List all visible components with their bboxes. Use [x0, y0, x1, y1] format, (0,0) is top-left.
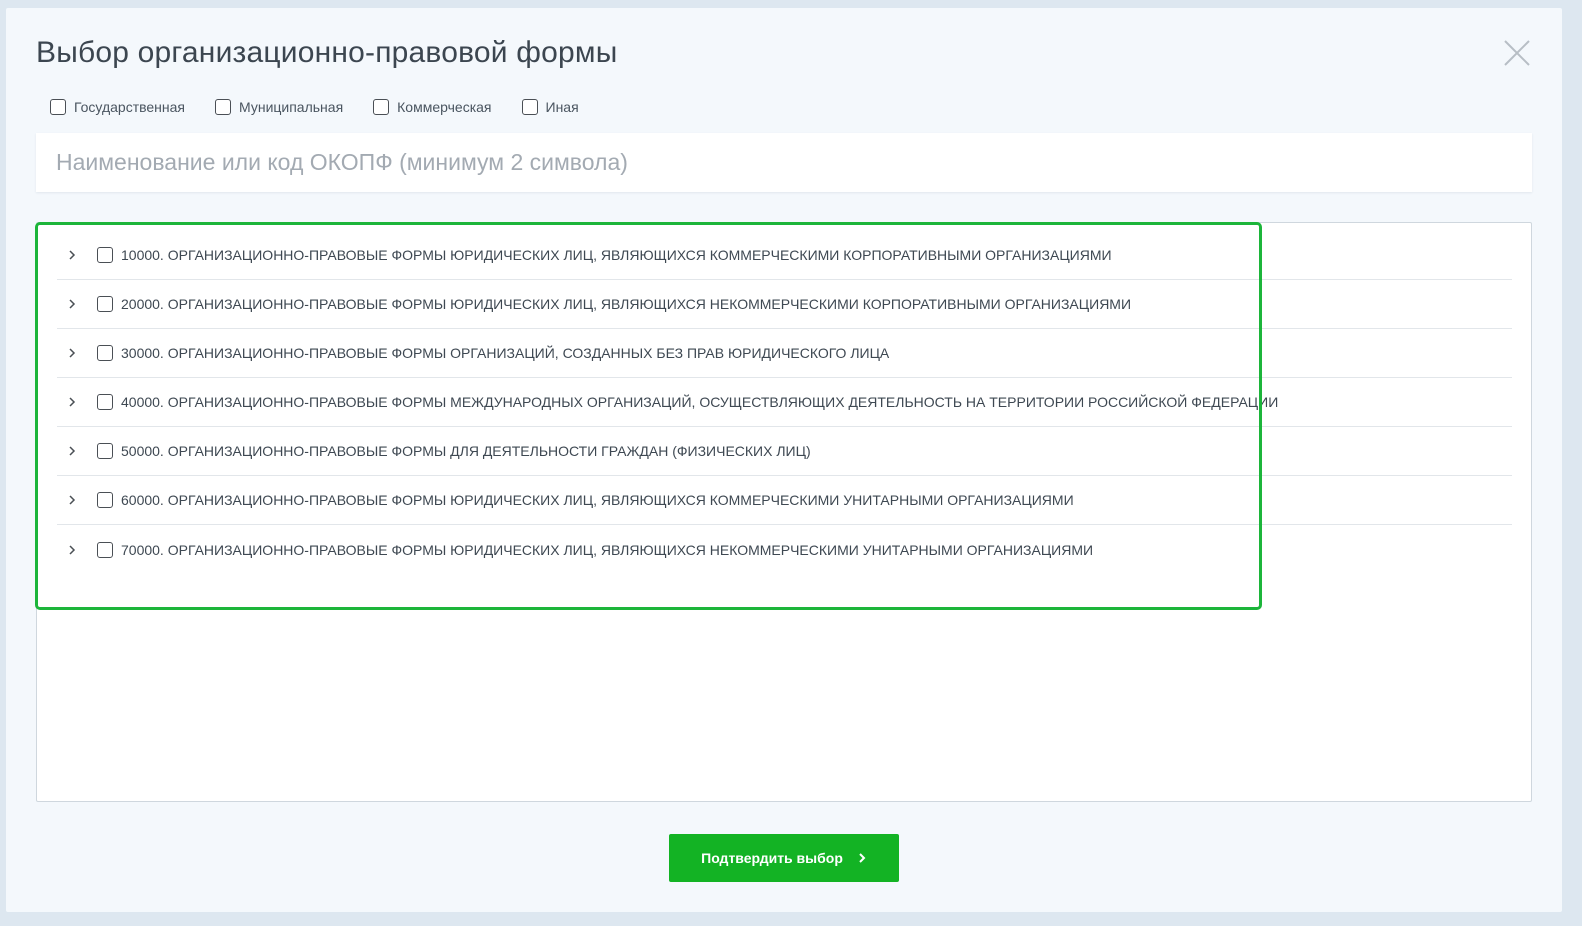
chevron-right-icon[interactable] [57, 436, 87, 466]
filter-label: Коммерческая [397, 99, 492, 115]
tree-list: 10000. ОРГАНИЗАЦИОННО-ПРАВОВЫЕ ФОРМЫ ЮРИ… [57, 231, 1512, 574]
tree-item-checkbox[interactable] [97, 443, 113, 459]
tree-item-checkbox[interactable] [97, 541, 113, 558]
chevron-right-icon[interactable] [57, 338, 87, 368]
tree-item-label[interactable]: 50000. ОРГАНИЗАЦИОННО-ПРАВОВЫЕ ФОРМЫ ДЛЯ… [121, 443, 811, 459]
tree-item: 10000. ОРГАНИЗАЦИОННО-ПРАВОВЫЕ ФОРМЫ ЮРИ… [57, 231, 1512, 280]
tree-item-checkbox[interactable] [97, 394, 113, 410]
tree-item: 50000. ОРГАНИЗАЦИОННО-ПРАВОВЫЕ ФОРМЫ ДЛЯ… [57, 427, 1512, 476]
filter-checkbox[interactable] [521, 99, 538, 115]
tree-item-label[interactable]: 40000. ОРГАНИЗАЦИОННО-ПРАВОВЫЕ ФОРМЫ МЕЖ… [121, 394, 1278, 410]
tree-item-label[interactable]: 60000. ОРГАНИЗАЦИОННО-ПРАВОВЫЕ ФОРМЫ ЮРИ… [121, 492, 1074, 508]
tree-item: 20000. ОРГАНИЗАЦИОННО-ПРАВОВЫЕ ФОРМЫ ЮРИ… [57, 280, 1512, 329]
tree-item-label[interactable]: 10000. ОРГАНИЗАЦИОННО-ПРАВОВЫЕ ФОРМЫ ЮРИ… [121, 247, 1112, 263]
tree-item: 60000. ОРГАНИЗАЦИОННО-ПРАВОВЫЕ ФОРМЫ ЮРИ… [57, 476, 1512, 525]
tree-item-checkbox[interactable] [97, 247, 113, 263]
filter-municipalnaya[interactable]: Муниципальная [215, 99, 343, 115]
confirm-button-label: Подтвердить выбор [701, 850, 843, 866]
tree-item-label[interactable]: 30000. ОРГАНИЗАЦИОННО-ПРАВОВЫЕ ФОРМЫ ОРГ… [121, 345, 889, 361]
filter-checkbox[interactable] [215, 99, 232, 115]
okopf-tree: 10000. ОРГАНИЗАЦИОННО-ПРАВОВЫЕ ФОРМЫ ЮРИ… [36, 222, 1532, 802]
chevron-right-icon[interactable] [57, 535, 87, 565]
okopf-modal: Выбор организационно-правовой формы Госу… [6, 8, 1562, 912]
tree-item-checkbox[interactable] [97, 345, 113, 361]
filter-checkbox[interactable] [373, 99, 390, 115]
filter-checkbox[interactable] [50, 99, 66, 115]
tree-item-label[interactable]: 20000. ОРГАНИЗАЦИОННО-ПРАВОВЫЕ ФОРМЫ ЮРИ… [121, 296, 1131, 312]
tree-item-label[interactable]: 70000. ОРГАНИЗАЦИОННО-ПРАВОВЫЕ ФОРМЫ ЮРИ… [121, 542, 1093, 558]
filter-kommercheskaya[interactable]: Коммерческая [373, 99, 492, 115]
filter-inaya[interactable]: Иная [521, 99, 579, 115]
tree-item: 30000. ОРГАНИЗАЦИОННО-ПРАВОВЫЕ ФОРМЫ ОРГ… [57, 329, 1512, 378]
confirm-selection-button[interactable]: Подтвердить выбор [669, 834, 899, 882]
search-input[interactable] [36, 133, 1532, 192]
tree-item-checkbox[interactable] [97, 492, 113, 508]
filter-gosudarstvennaya[interactable]: Государственная [50, 99, 185, 115]
modal-title: Выбор организационно-правовой формы [36, 36, 618, 69]
close-icon[interactable] [1502, 38, 1532, 68]
tree-item-checkbox[interactable] [97, 296, 113, 312]
filter-label: Иная [545, 99, 579, 115]
filter-label: Муниципальная [239, 99, 344, 115]
chevron-right-icon[interactable] [57, 289, 87, 319]
chevron-right-icon[interactable] [57, 387, 87, 417]
tree-item: 40000. ОРГАНИЗАЦИОННО-ПРАВОВЫЕ ФОРМЫ МЕЖ… [57, 378, 1512, 427]
search-box [36, 133, 1532, 192]
type-filters: Государственная Муниципальная Коммерческ… [50, 97, 609, 117]
tree-item: 70000. ОРГАНИЗАЦИОННО-ПРАВОВЫЕ ФОРМЫ ЮРИ… [57, 525, 1512, 574]
chevron-right-icon[interactable] [57, 485, 87, 515]
filter-label: Государственная [74, 99, 186, 115]
chevron-right-icon [857, 852, 867, 864]
chevron-right-icon[interactable] [57, 240, 87, 270]
